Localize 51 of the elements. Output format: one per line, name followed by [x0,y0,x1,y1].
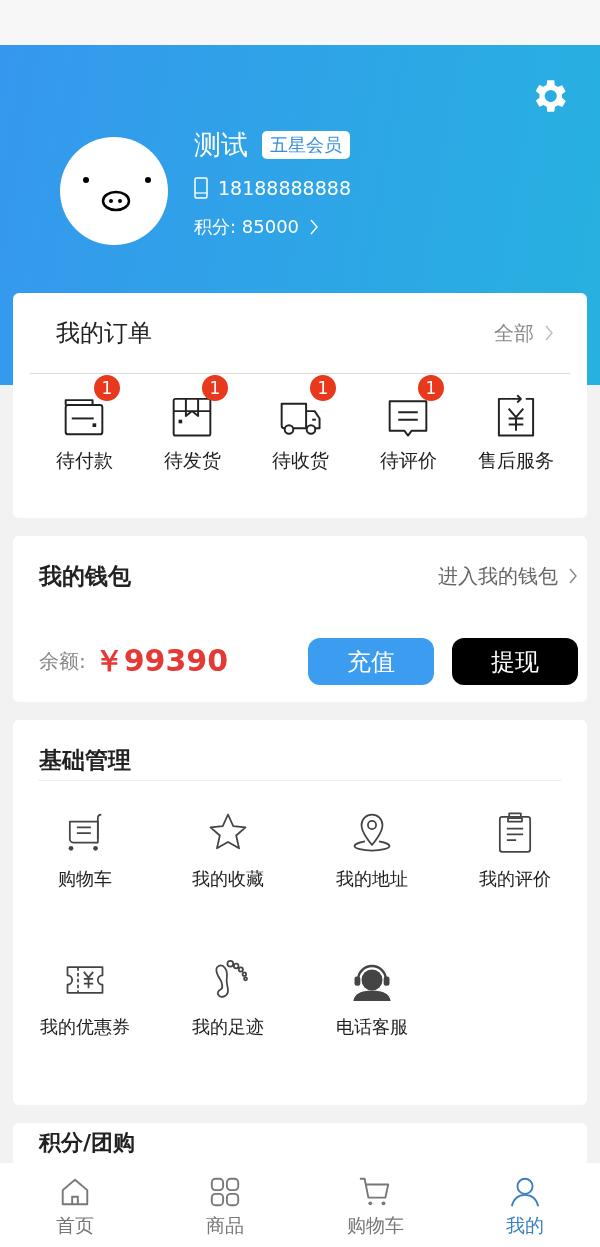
count-badge: 1 [310,375,336,401]
menu-item[interactable]: 我的足迹 [156,959,300,1107]
all-orders-link[interactable]: 全部 [494,319,554,347]
count-badge: 1 [202,375,228,401]
phone-icon [194,177,208,199]
count-badge: 1 [94,375,120,401]
chevron-icon [568,567,578,585]
nav-tab[interactable]: 商品 [150,1163,300,1247]
section-title: 我的订单 [56,318,152,349]
menu-label: 我的地址 [335,867,408,891]
menu-label: 购物车 [57,867,112,891]
menu-item[interactable]: 购物车 [13,811,157,959]
phone-number: 18188888888 [218,177,351,199]
section-title: 我的钱包 [39,561,131,591]
menu-item[interactable]: 我的收藏 [156,811,300,959]
menu-label: 我的评价 [479,867,552,891]
menu-label: 我的优惠券 [39,1015,130,1039]
order-status-label: 待发货 [163,448,221,473]
menu-item[interactable]: 我的评价 [443,811,587,959]
nav-tab[interactable]: 我的 [450,1163,600,1247]
menu-item[interactable]: 我的优惠券 [13,959,157,1107]
order-status-label: 待付款 [55,448,113,473]
member-badge: 五星会员 [262,131,350,159]
balance-amount: ￥99390 [93,642,229,680]
menu-label: 我的收藏 [192,867,265,891]
wallet-link[interactable]: 进入我的钱包 [438,562,578,590]
order-status-label: 售后服务 [478,448,554,473]
nav-tab[interactable]: 购物车 [300,1163,450,1247]
user-icon [508,1175,542,1209]
user-name: 测试 [194,128,248,162]
nav-tab[interactable]: 首页 [0,1163,150,1247]
chevron-icon [309,218,320,236]
menu-item[interactable]: 我的地址 [300,811,444,959]
grid-icon [208,1175,242,1209]
withdraw-button[interactable]: 提现 [452,638,578,685]
menu-label: 我的足迹 [192,1015,265,1039]
section-title: 基础管理 [38,746,132,775]
order-status-item[interactable]: 1 待发货 [138,374,246,474]
menu-label: 电话客服 [335,1015,408,1039]
order-status-item[interactable]: 1 待评价 [354,374,462,474]
order-status-item[interactable]: 售后服务 [462,374,570,474]
order-status-item[interactable]: 1 待收货 [246,374,354,474]
section-title: 积分/团购 [39,1129,137,1157]
chevron-icon [544,324,554,342]
order-status-label: 待收货 [271,448,329,473]
balance-label: 余额: [39,648,86,675]
count-badge: 1 [418,375,444,401]
menu-item[interactable]: 电话客服 [300,959,444,1107]
order-status-label: 待评价 [379,448,437,473]
order-status-item[interactable]: 1 待付款 [30,374,138,474]
avatar-icon[interactable] [60,137,168,245]
